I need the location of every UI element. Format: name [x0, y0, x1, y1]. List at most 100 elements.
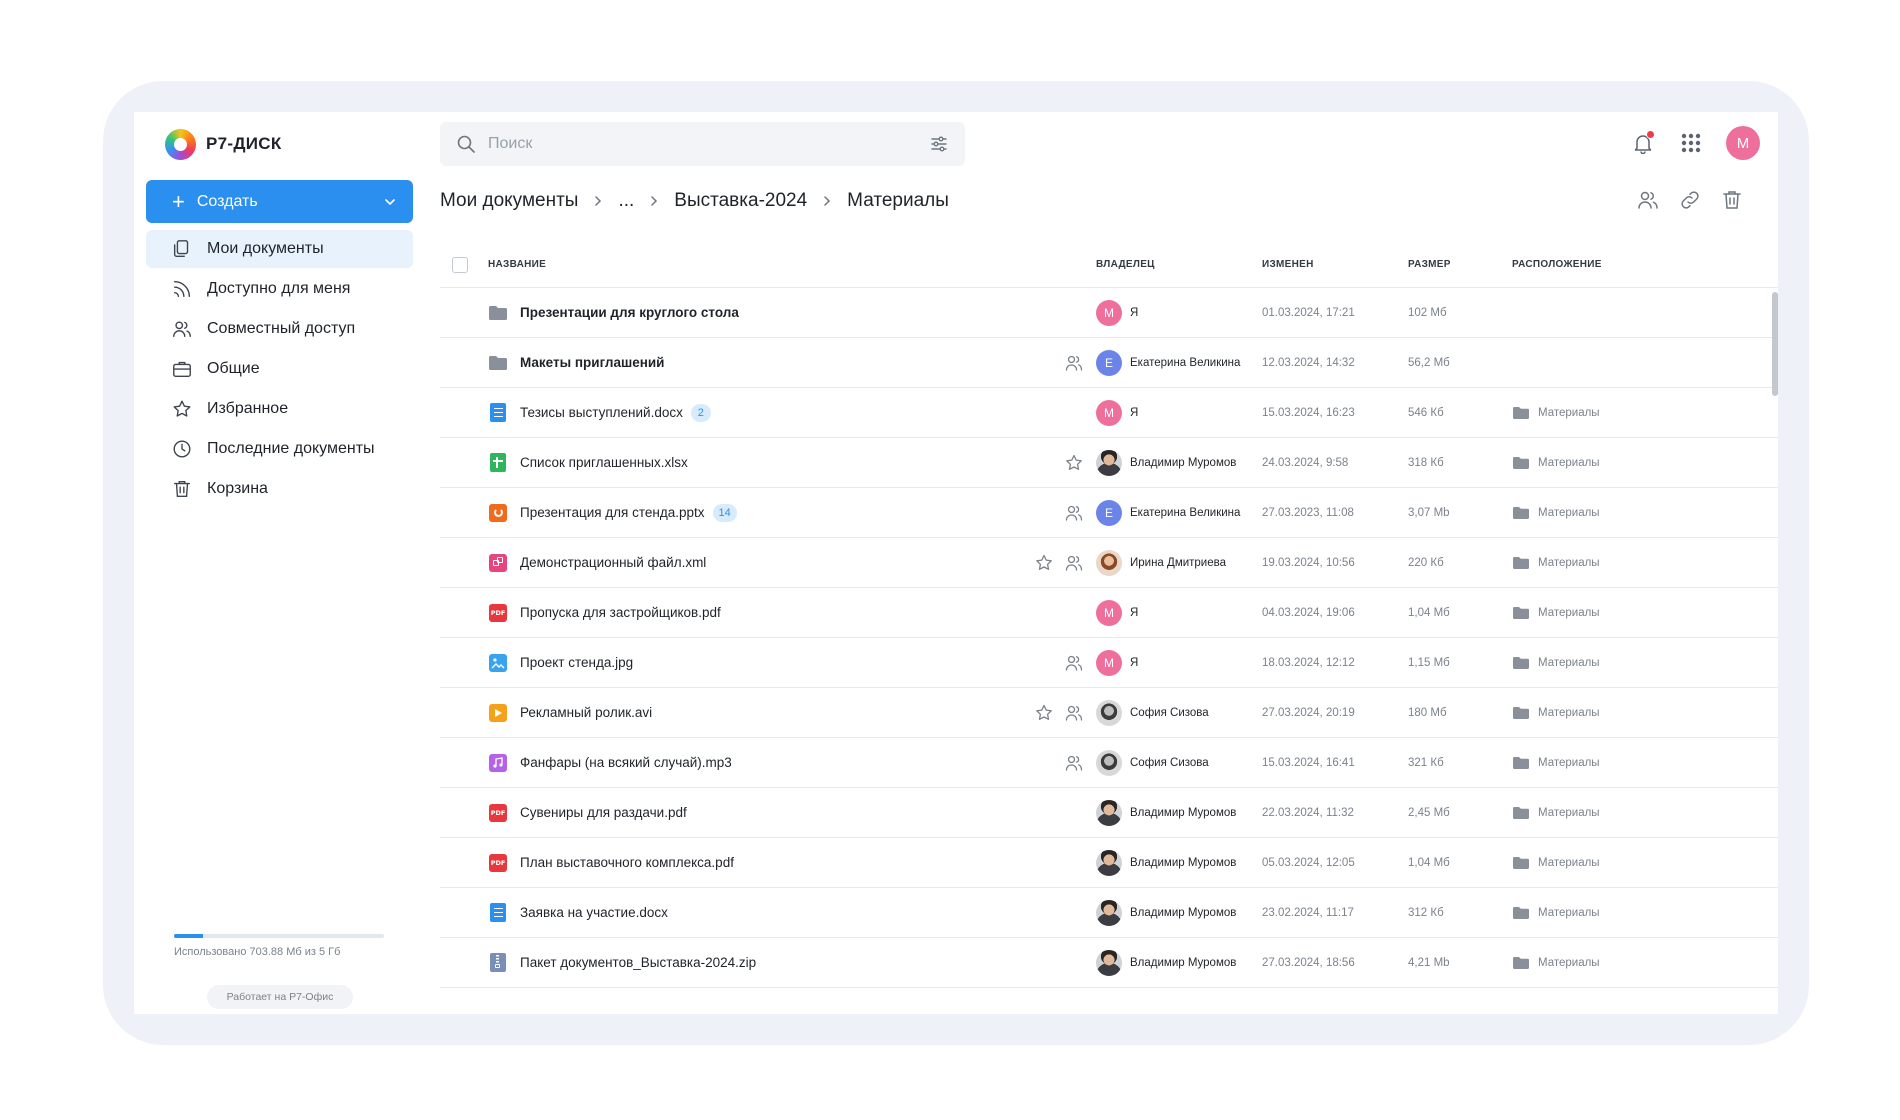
- link-icon[interactable]: [1678, 188, 1702, 212]
- file-name[interactable]: Презентация для стенда.pptx: [520, 505, 705, 520]
- breadcrumb-item[interactable]: ...: [618, 190, 634, 212]
- file-name[interactable]: Рекламный ролик.avi: [520, 705, 652, 720]
- sidebar-item-2[interactable]: Доступно для меня: [146, 270, 413, 308]
- version-badge: 2: [690, 403, 711, 422]
- owner-name: Я: [1130, 306, 1139, 319]
- location-cell[interactable]: Материалы: [1512, 906, 1778, 920]
- chevron-down-icon[interactable]: [383, 195, 397, 209]
- location-cell[interactable]: Материалы: [1512, 556, 1778, 570]
- users-icon: [173, 321, 191, 338]
- table-row[interactable]: Презентация для стенда.pptx 14 Е Екатери…: [440, 488, 1778, 538]
- breadcrumb-item[interactable]: Выставка-2024: [674, 190, 807, 212]
- sidebar-item-7[interactable]: Корзина: [146, 470, 413, 508]
- table-row[interactable]: PDF Пропуска для застройщиков.pdf М Я 04…: [440, 588, 1778, 638]
- location-cell[interactable]: Материалы: [1512, 706, 1778, 720]
- sidebar-item-6[interactable]: Последние документы: [146, 430, 413, 468]
- file-name[interactable]: Список приглашенных.xlsx: [520, 455, 688, 470]
- owner-name: Екатерина Великина: [1130, 506, 1241, 519]
- shared-users-icon[interactable]: [1064, 503, 1084, 523]
- logo[interactable]: Р7-ДИСК: [165, 128, 282, 160]
- trash-icon[interactable]: [1720, 188, 1744, 212]
- location-cell[interactable]: Материалы: [1512, 956, 1778, 970]
- file-name[interactable]: Пакет документов_Выставка-2024.zip: [520, 955, 756, 970]
- column-header-owner[interactable]: ВЛАДЕЛЕЦ: [1096, 259, 1262, 270]
- search-input[interactable]: [488, 135, 929, 153]
- file-name[interactable]: Фанфары (на всякий случай).mp3: [520, 755, 732, 770]
- shared-users-icon[interactable]: [1064, 353, 1084, 373]
- zip-file-icon: [488, 953, 508, 973]
- file-name[interactable]: Сувениры для раздачи.pdf: [520, 805, 687, 820]
- owner-avatar: М: [1096, 599, 1122, 626]
- file-name-cell: PDF Сувениры для раздачи.pdf: [488, 803, 1096, 823]
- file-name[interactable]: Заявка на участие.docx: [520, 905, 668, 920]
- filter-settings-icon[interactable]: [929, 134, 949, 154]
- shared-users-icon[interactable]: [1064, 753, 1084, 773]
- location-cell[interactable]: Материалы: [1512, 656, 1778, 670]
- modified-cell: 12.03.2024, 14:32: [1262, 356, 1355, 369]
- column-header-size[interactable]: РАЗМЕР: [1408, 259, 1512, 270]
- search-bar[interactable]: [440, 122, 965, 166]
- modified-cell: 05.03.2024, 12:05: [1262, 856, 1355, 869]
- file-name[interactable]: Демонстрационный файл.xml: [520, 555, 706, 570]
- briefcase-icon: [173, 361, 191, 378]
- table-row[interactable]: PDF Сувениры для раздачи.pdf Владимир Му…: [440, 788, 1778, 838]
- scrollbar-thumb[interactable]: [1772, 292, 1778, 396]
- star-icon[interactable]: [1064, 453, 1084, 473]
- sidebar-item-3[interactable]: Совместный доступ: [146, 310, 413, 348]
- shared-users-icon[interactable]: [1064, 653, 1084, 673]
- table-row[interactable]: PDF План выставочного комплекса.pdf Влад…: [440, 838, 1778, 888]
- file-name[interactable]: Пропуска для застройщиков.pdf: [520, 605, 721, 620]
- table-row[interactable]: Демонстрационный файл.xml Ирина Дмитриев…: [440, 538, 1778, 588]
- breadcrumb-item[interactable]: Мои документы: [440, 190, 578, 212]
- table-row[interactable]: Презентации для круглого стола М Я 01.03…: [440, 288, 1778, 338]
- modified-cell: 15.03.2024, 16:23: [1262, 406, 1355, 419]
- star-icon[interactable]: [1034, 703, 1054, 723]
- scrollbar[interactable]: [1772, 288, 1778, 1014]
- table-row[interactable]: Заявка на участие.docx Владимир Муромов …: [440, 888, 1778, 938]
- file-name[interactable]: Тезисы выступлений.docx: [520, 405, 683, 420]
- table-row[interactable]: Список приглашенных.xlsx Владимир Муромо…: [440, 438, 1778, 488]
- location-name: Материалы: [1538, 506, 1600, 519]
- table-row[interactable]: Макеты приглашений Е Екатерина Великина …: [440, 338, 1778, 388]
- column-header-location[interactable]: РАСПОЛОЖЕНИЕ: [1512, 259, 1778, 270]
- file-name[interactable]: План выставочного комплекса.pdf: [520, 855, 734, 870]
- table-row[interactable]: Пакет документов_Выставка-2024.zip Влади…: [440, 938, 1778, 988]
- star-icon[interactable]: [1034, 553, 1054, 573]
- apps-button[interactable]: [1678, 130, 1704, 156]
- breadcrumb: Мои документы... Выставка-2024 Материалы: [440, 190, 949, 212]
- column-header-name[interactable]: НАЗВАНИЕ: [488, 259, 1096, 270]
- file-name[interactable]: Презентации для круглого стола: [520, 305, 739, 320]
- user-avatar[interactable]: М: [1726, 126, 1760, 160]
- notifications-button[interactable]: [1630, 130, 1656, 156]
- size-cell: 3,07 Mb: [1408, 506, 1450, 519]
- size-cell: 102 Мб: [1408, 306, 1447, 319]
- owner-cell: М Я: [1096, 649, 1262, 676]
- table-row[interactable]: Рекламный ролик.avi София Сизова 27.03.2…: [440, 688, 1778, 738]
- location-cell[interactable]: Материалы: [1512, 506, 1778, 520]
- shared-users-icon[interactable]: [1064, 553, 1084, 573]
- sidebar-item-1[interactable]: Мои документы: [146, 230, 413, 268]
- location-cell[interactable]: Материалы: [1512, 756, 1778, 770]
- file-name[interactable]: Макеты приглашений: [520, 355, 664, 370]
- table-row[interactable]: Тезисы выступлений.docx 2 М Я 15.03.2024…: [440, 388, 1778, 438]
- column-header-modified[interactable]: ИЗМЕНЕН: [1262, 259, 1408, 270]
- breadcrumb-item[interactable]: Материалы: [847, 190, 949, 212]
- location-cell[interactable]: Материалы: [1512, 606, 1778, 620]
- sidebar-item-4[interactable]: Общие: [146, 350, 413, 388]
- table-row[interactable]: Проект стенда.jpg М Я 18.03.2024, 12:12 …: [440, 638, 1778, 688]
- location-cell[interactable]: Материалы: [1512, 806, 1778, 820]
- size-cell: 318 Кб: [1408, 456, 1444, 469]
- file-name[interactable]: Проект стенда.jpg: [520, 655, 633, 670]
- powered-by-badge[interactable]: Работает на Р7-Офис: [207, 985, 353, 1009]
- select-all-checkbox[interactable]: [452, 256, 468, 273]
- share-users-icon[interactable]: [1636, 188, 1660, 212]
- location-name: Материалы: [1538, 906, 1600, 919]
- location-cell[interactable]: Материалы: [1512, 406, 1778, 420]
- location-cell[interactable]: Материалы: [1512, 856, 1778, 870]
- sidebar-item-5[interactable]: Избранное: [146, 390, 413, 428]
- create-button[interactable]: + Создать: [146, 180, 413, 223]
- chevron-right-icon: [824, 196, 831, 206]
- shared-users-icon[interactable]: [1064, 703, 1084, 723]
- table-row[interactable]: Фанфары (на всякий случай).mp3 София Сиз…: [440, 738, 1778, 788]
- location-cell[interactable]: Материалы: [1512, 456, 1778, 470]
